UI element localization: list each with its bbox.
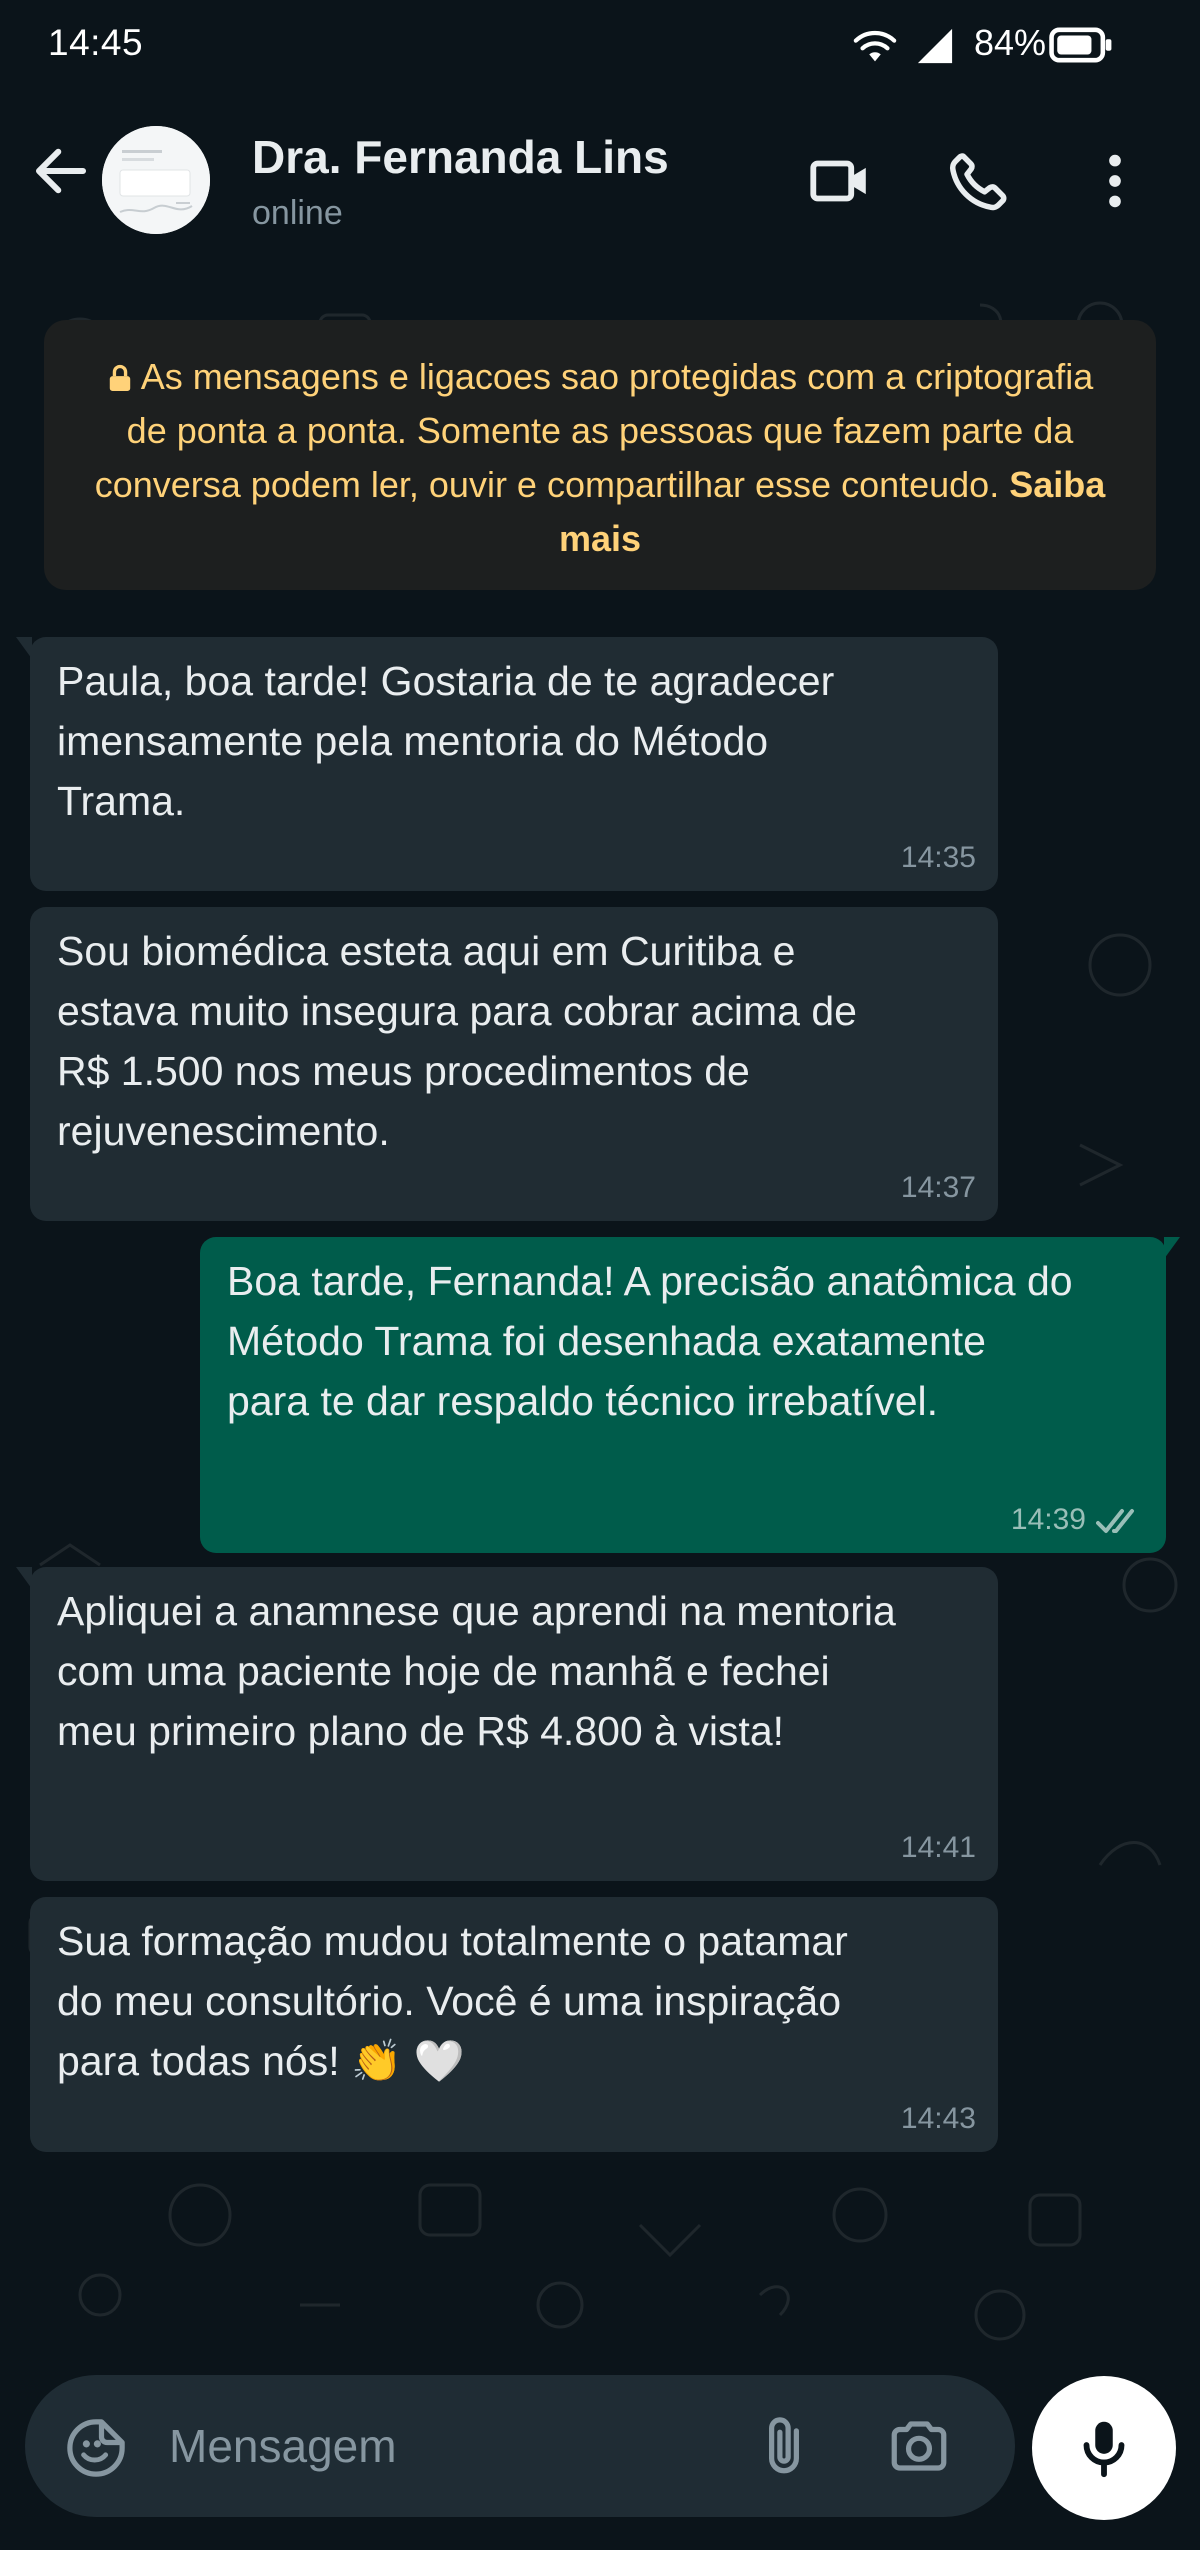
message-text: Paula, boa tarde! Gostaria de te agradec… (57, 658, 835, 824)
voice-message-button[interactable] (1032, 2376, 1176, 2520)
status-icons: 84% (852, 20, 1152, 70)
arrow-left-icon (35, 148, 87, 194)
message-input[interactable] (167, 2405, 731, 2487)
status-time: 14:45 (48, 22, 144, 63)
message-text: Boa tarde, Fernanda! A precisão anatômic… (227, 1258, 1073, 1424)
avatar[interactable] (102, 126, 210, 234)
message-time: 14:39 (1010, 1503, 1086, 1536)
more-options-button[interactable] (1080, 146, 1150, 216)
contact-status: online (252, 194, 343, 232)
encryption-notice[interactable]: As mensagens e ligacoes sao protegidas c… (44, 320, 1156, 590)
message-bubble-incoming[interactable]: Apliquei a anamnese que aprendi na mento… (16, 1567, 998, 1881)
chat-header: Dra. Fernanda Lins online (0, 90, 1200, 265)
message-time: 14:37 (900, 1171, 976, 1204)
video-call-button[interactable] (806, 146, 876, 216)
message-time: 14:35 (900, 841, 976, 874)
battery-percent: 84% (974, 22, 1047, 63)
paperclip-icon[interactable] (751, 2413, 817, 2479)
message-bubble-incoming[interactable]: Sou biomédica esteta aqui em Curitiba e … (30, 907, 998, 1221)
bubble-tail (16, 1567, 32, 1589)
bubble-tail (1164, 1237, 1180, 1259)
phone-icon (949, 153, 1007, 211)
sticker-icon[interactable] (63, 2415, 129, 2481)
lock-icon (109, 364, 130, 391)
video-camera-icon (810, 160, 866, 202)
message-bubble-incoming[interactable]: Paula, boa tarde! Gostaria de te agradec… (16, 637, 998, 891)
avatar-image (102, 126, 210, 234)
message-bubble-incoming[interactable]: Sua formação mudou totalmente o patamar … (30, 1897, 998, 2152)
contact-name[interactable]: Dra. Fernanda Lins (252, 130, 669, 184)
message-time: 14:41 (900, 1831, 976, 1864)
encryption-notice-text: As mensagens e ligacoes sao protegidas c… (94, 356, 1094, 505)
battery-icon (1049, 27, 1112, 63)
camera-icon[interactable] (885, 2413, 953, 2479)
message-time: 14:43 (900, 2102, 976, 2135)
signal-icon (917, 28, 953, 64)
more-vertical-icon (1109, 154, 1121, 208)
message-text: Sua formação mudou totalmente o patamar … (57, 1918, 848, 2084)
message-text: Sou biomédica esteta aqui em Curitiba e … (57, 928, 857, 1154)
wifi-icon (853, 30, 897, 62)
voice-call-button[interactable] (944, 146, 1014, 216)
back-button[interactable] (28, 138, 94, 204)
bubble-tail (16, 637, 32, 659)
status-bar: 14:45 84% (0, 0, 1200, 90)
double-check-icon (1096, 1509, 1134, 1533)
message-bubble-outgoing[interactable]: Boa tarde, Fernanda! A precisão anatômic… (200, 1237, 1180, 1553)
message-composer (25, 2375, 1015, 2517)
microphone-icon (1083, 2421, 1125, 2478)
message-text: Apliquei a anamnese que aprendi na mento… (57, 1588, 896, 1754)
